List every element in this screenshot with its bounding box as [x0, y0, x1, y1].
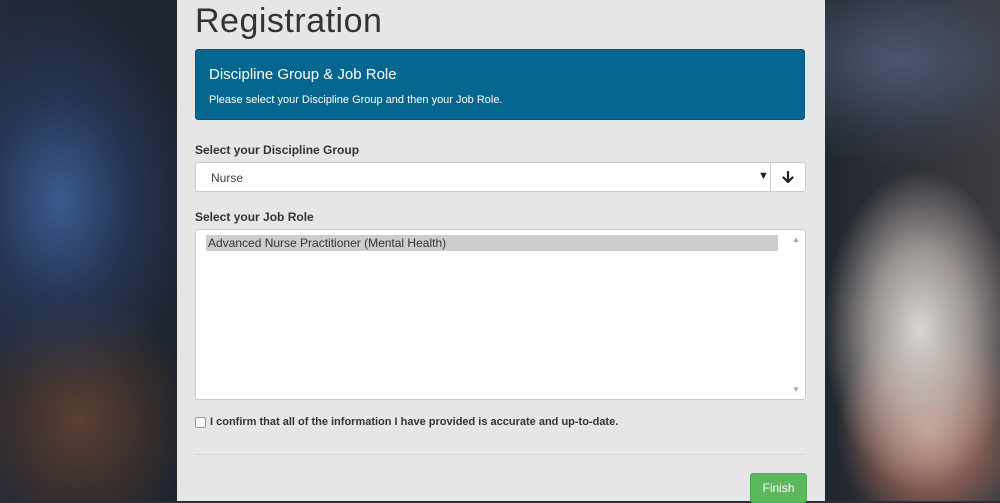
info-box: Discipline Group & Job Role Please selec…	[195, 49, 805, 120]
listbox-scrollbar[interactable]: ▲ ▼	[788, 231, 804, 398]
confirm-text: I confirm that all of the information I …	[210, 416, 619, 428]
confirm-checkbox[interactable]	[195, 416, 206, 428]
discipline-group-selected-value: Nurse	[211, 171, 244, 185]
discipline-group-label: Select your Discipline Group	[195, 143, 360, 157]
scroll-down-icon[interactable]: ▼	[792, 385, 800, 394]
arrow-down-svg	[782, 170, 794, 183]
scroll-up-icon[interactable]: ▲	[792, 235, 800, 244]
dropdown-caret-icon[interactable]: ▼	[758, 170, 769, 182]
job-role-listbox[interactable]: Advanced Nurse Practitioner (Mental Heal…	[195, 229, 806, 400]
confirm-row: I confirm that all of the information I …	[195, 416, 618, 428]
discipline-group-select[interactable]: Nurse ▼	[195, 162, 806, 192]
job-role-label: Select your Job Role	[195, 210, 314, 224]
info-box-heading: Discipline Group & Job Role	[209, 66, 397, 83]
info-box-text: Please select your Discipline Group and …	[209, 94, 503, 106]
finish-button[interactable]: Finish	[750, 473, 807, 503]
divider	[195, 454, 806, 455]
arrow-down-icon[interactable]	[770, 163, 805, 191]
page-title: Registration	[195, 2, 383, 40]
list-item[interactable]: Advanced Nurse Practitioner (Mental Heal…	[206, 235, 778, 251]
